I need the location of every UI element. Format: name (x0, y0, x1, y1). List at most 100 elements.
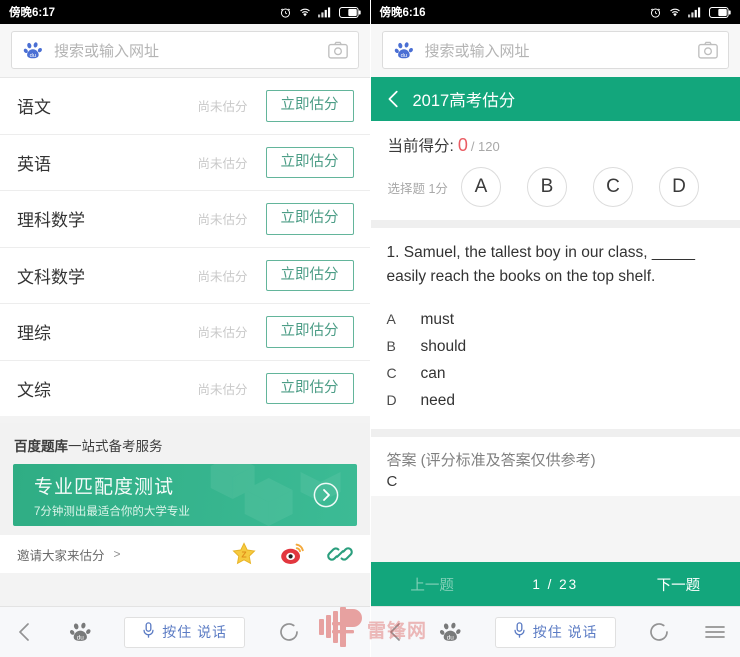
search-input[interactable]: du 搜索或输入网址 (11, 31, 359, 69)
voice-search-button[interactable]: 按住 说话 (124, 616, 246, 648)
current-score-row: 当前得分: 0 / 120 (371, 134, 740, 156)
estimate-score-button[interactable]: 立即估分 (265, 259, 354, 291)
promo-section: 百度题库一站式备考服务 专业匹配度测试 7分钟测出最适合你的大学专业 邀请大家来… (0, 423, 370, 573)
table-row[interactable]: 理综 尚未估分 立即估分 (0, 303, 370, 360)
baidu-paw-icon[interactable]: du (439, 620, 463, 644)
answer-card: 答案 (评分标准及答案仅供参考) C (370, 437, 740, 497)
next-question-button[interactable]: 下一题 (617, 574, 740, 595)
question-stem: 1. Samuel, the tallest boy in our class,… (386, 244, 695, 285)
list-item[interactable]: D need (387, 392, 725, 410)
answer-title: 答案 (评分标准及答案仅供参考) (386, 452, 596, 470)
chevron-right-circle-icon[interactable] (313, 482, 339, 508)
option-text: must (420, 311, 455, 329)
list-item[interactable]: C can (387, 365, 725, 383)
camera-icon[interactable] (327, 41, 348, 59)
major-match-banner[interactable]: 专业匹配度测试 7分钟测出最适合你的大学专业 (13, 464, 357, 526)
choice-option-b[interactable]: B (526, 167, 567, 207)
wifi-icon (298, 6, 312, 18)
option-key: D (386, 392, 397, 409)
option-key: B (386, 338, 396, 355)
choice-option-d[interactable]: D (658, 167, 699, 207)
table-row[interactable]: 英语 尚未估分 立即估分 (0, 133, 370, 190)
qzone-star-icon[interactable]: Z (231, 541, 257, 567)
voice-search-label: 按住 说话 (532, 624, 598, 640)
subject-name: 理科数学 (17, 211, 85, 231)
status-bar-clock: 傍晚6:17 (9, 7, 56, 19)
baidu-paw-icon[interactable]: du (69, 620, 93, 644)
subject-list: 语文 尚未估分 立即估分 英语 尚未估分 立即估分 理科数学 尚未估分 立即估分 (0, 77, 370, 416)
status-bar: 傍晚6:17 (0, 0, 370, 24)
estimate-score-button[interactable]: 立即估分 (265, 90, 354, 122)
subject-name: 英语 (17, 154, 51, 174)
list-item[interactable]: B should (387, 338, 725, 356)
question-options: A must B should C can D need (387, 311, 725, 410)
subject-status: 尚未估分 (197, 382, 248, 397)
copy-link-icon[interactable] (326, 541, 353, 567)
chevron-right-icon: > (113, 547, 121, 561)
svg-text:du: du (30, 52, 36, 58)
choice-selector-row: 选择题 1分 A B C D (371, 156, 740, 207)
search-bar-container: du 搜索或输入网址 (370, 24, 740, 77)
subject-status: 尚未估分 (197, 326, 248, 341)
voice-search-button[interactable]: 按住 说话 (494, 616, 616, 648)
choice-option-a[interactable]: A (460, 167, 501, 207)
baidu-paw-icon: du (23, 40, 44, 61)
banner-title: 专业匹配度测试 (34, 477, 175, 498)
prev-question-button[interactable]: 上一题 (371, 574, 494, 595)
left-content-scroll[interactable]: 语文 尚未估分 立即估分 英语 尚未估分 立即估分 理科数学 尚未估分 立即估分 (0, 77, 370, 606)
svg-text:du: du (447, 634, 455, 641)
question-card: 1. Samuel, the tallest boy in our class,… (370, 228, 740, 430)
back-chevron-icon[interactable] (383, 88, 405, 110)
right-phone-panel: 傍晚6:16 du 搜索或输入网址 2017高考估分 当前得分: 0 / 120… (370, 0, 740, 657)
list-item[interactable]: A must (387, 311, 725, 329)
page-header: 2017高考估分 (370, 77, 740, 121)
status-bar: 傍晚6:16 (370, 0, 740, 24)
estimate-score-button[interactable]: 立即估分 (265, 203, 354, 235)
estimate-score-button[interactable]: 立即估分 (265, 372, 354, 404)
option-text: can (420, 365, 446, 383)
estimate-score-button[interactable]: 立即估分 (265, 316, 354, 348)
estimate-score-button[interactable]: 立即估分 (265, 146, 354, 178)
current-score-value: 0 (457, 135, 468, 155)
choice-option-c[interactable]: C (592, 167, 633, 207)
subject-status: 尚未估分 (197, 156, 248, 171)
promo-section-title: 百度题库一站式备考服务 (0, 432, 370, 464)
refresh-icon[interactable] (647, 620, 671, 644)
score-total: / 120 (470, 139, 500, 154)
refresh-icon[interactable] (277, 620, 301, 644)
table-row[interactable]: 语文 尚未估分 立即估分 (0, 77, 370, 134)
question-index: 1 / 23 (532, 576, 579, 592)
current-score-label: 当前得分: (387, 138, 454, 155)
microphone-icon (142, 621, 155, 643)
svg-text:du: du (400, 52, 406, 58)
weibo-icon[interactable] (279, 541, 305, 567)
signal-icon (317, 6, 333, 18)
subject-status: 尚未估分 (197, 213, 248, 228)
search-input[interactable]: du 搜索或输入网址 (381, 31, 729, 69)
battery-icon (338, 6, 361, 18)
option-key: A (386, 311, 396, 328)
option-key: C (386, 365, 397, 382)
screenshot-root: 傍晚6:17 du 搜索或输入网址 语文 尚未估分 立即估分 英语 尚未估分 立… (0, 0, 740, 657)
camera-icon[interactable] (698, 41, 718, 59)
left-phone-panel: 傍晚6:17 du 搜索或输入网址 语文 尚未估分 立即估分 英语 尚未估分 立… (0, 0, 371, 657)
microphone-icon (513, 621, 526, 643)
back-chevron-icon[interactable] (13, 620, 37, 644)
subject-name: 语文 (17, 98, 51, 118)
back-chevron-icon[interactable] (384, 620, 408, 644)
table-row[interactable]: 文科数学 尚未估分 立即估分 (0, 246, 370, 303)
svg-text:Z: Z (241, 549, 246, 559)
svg-text:du: du (76, 634, 84, 641)
invite-label: 邀请大家来估分 (17, 548, 105, 563)
hamburger-menu-icon[interactable] (703, 620, 727, 644)
option-text: should (420, 338, 467, 356)
invite-friends-row[interactable]: 邀请大家来估分 > Z (0, 535, 370, 573)
subject-name: 理综 (17, 324, 51, 344)
search-placeholder-text: 搜索或输入网址 (424, 42, 530, 60)
alarm-icon (649, 6, 662, 19)
banner-subtitle: 7分钟测出最适合你的大学专业 (34, 506, 190, 518)
subject-name: 文科数学 (17, 267, 85, 287)
table-row[interactable]: 文综 尚未估分 立即估分 (0, 359, 370, 416)
table-row[interactable]: 理科数学 尚未估分 立即估分 (0, 190, 370, 247)
right-content-filler (371, 496, 740, 562)
